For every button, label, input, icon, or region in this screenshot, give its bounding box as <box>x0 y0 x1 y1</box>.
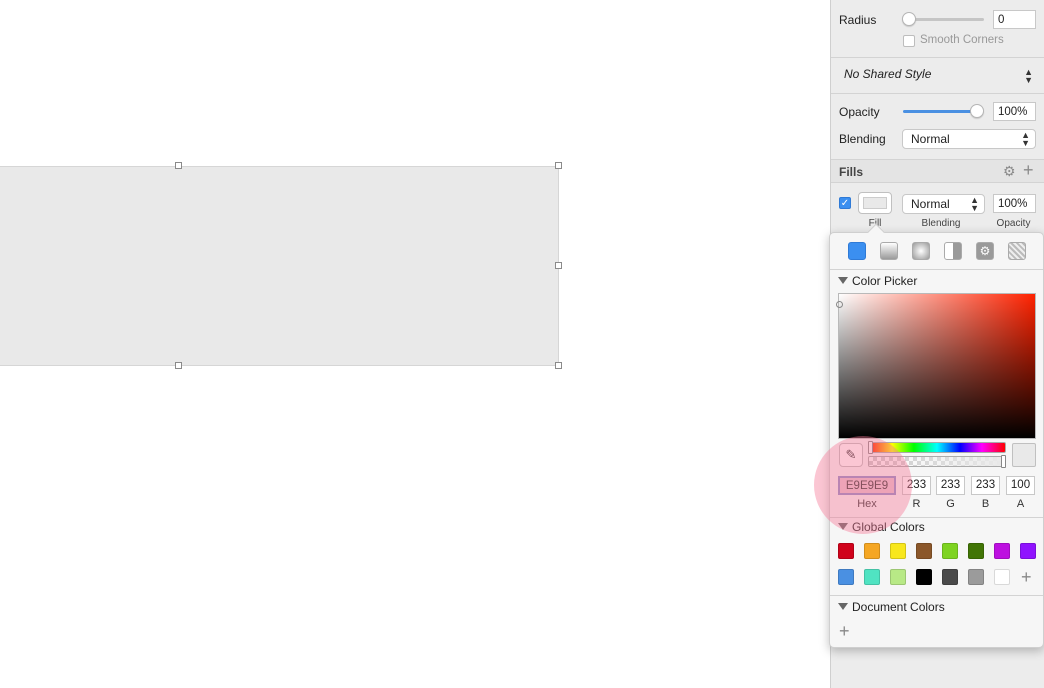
disclosure-triangle-icon[interactable] <box>838 277 848 284</box>
rectangle-layer[interactable] <box>0 166 559 366</box>
green-label: G <box>946 498 955 510</box>
fill-enabled-checkbox[interactable]: ✓ <box>839 197 851 209</box>
fills-section-header: Fills ⚙ + <box>831 159 1044 183</box>
blue-input[interactable]: 233 <box>971 476 1000 495</box>
resize-handle-bottom-right[interactable] <box>555 362 562 369</box>
noise-fill-icon[interactable] <box>1008 242 1026 260</box>
global-color-swatch[interactable] <box>890 569 906 585</box>
alpha-slider-knob[interactable] <box>1001 455 1006 468</box>
smooth-corners-checkbox[interactable] <box>903 35 915 47</box>
global-color-swatch[interactable] <box>864 543 880 559</box>
color-picker-title: Color Picker <box>852 274 918 288</box>
updown-chevron-icon: ▲ ▼ <box>1024 67 1033 85</box>
global-color-swatch[interactable] <box>864 569 880 585</box>
blending-sub-label: Blending <box>921 218 961 229</box>
green-input[interactable]: 233 <box>936 476 965 495</box>
blue-label: B <box>981 498 990 510</box>
resize-handle-bottom-middle[interactable] <box>175 362 182 369</box>
resize-handle-middle-right[interactable] <box>555 262 562 269</box>
add-global-color-icon[interactable]: + <box>1021 568 1032 586</box>
sv-picker-handle[interactable] <box>836 301 843 308</box>
pattern-fill-icon[interactable]: ⚙ <box>976 242 994 260</box>
fill-blend-value: Normal <box>911 197 950 211</box>
global-color-swatch[interactable] <box>916 569 932 585</box>
alpha-input[interactable]: 100 <box>1006 476 1035 495</box>
global-color-swatch[interactable] <box>1020 543 1036 559</box>
fill-blend-select[interactable]: Normal ▲ ▼ <box>902 194 985 214</box>
blending-value: Normal <box>911 132 950 146</box>
document-colors-title: Document Colors <box>852 600 945 614</box>
radial-gradient-icon[interactable] <box>912 242 930 260</box>
divider <box>831 57 1044 58</box>
fills-title: Fills <box>839 165 864 179</box>
global-color-swatch[interactable] <box>838 569 854 585</box>
global-color-swatch[interactable] <box>994 543 1010 559</box>
divider <box>831 93 1044 94</box>
blending-select[interactable]: Normal ▲ ▼ <box>902 129 1036 149</box>
updown-chevron-icon: ▲ ▼ <box>1021 130 1030 148</box>
angular-gradient-icon[interactable] <box>944 242 962 260</box>
global-color-swatch[interactable] <box>838 543 854 559</box>
global-color-swatch[interactable] <box>890 543 906 559</box>
blending-label: Blending <box>839 132 886 146</box>
gear-icon[interactable]: ⚙ <box>1003 163 1016 180</box>
saturation-brightness-area[interactable] <box>838 293 1036 439</box>
add-document-color-icon[interactable]: + <box>839 622 850 640</box>
global-color-swatch[interactable] <box>968 543 984 559</box>
divider <box>830 595 1043 596</box>
plus-icon[interactable]: + <box>1023 160 1034 181</box>
opacity-sub-label: Opacity <box>996 218 1031 229</box>
canvas[interactable] <box>0 0 830 688</box>
opacity-slider[interactable] <box>903 110 979 113</box>
global-color-swatch[interactable] <box>942 543 958 559</box>
resize-handle-top-middle[interactable] <box>175 162 182 169</box>
radius-input[interactable]: 0 <box>993 10 1036 29</box>
shared-style-value: No Shared Style <box>844 67 932 81</box>
smooth-corners-label: Smooth Corners <box>920 34 1004 46</box>
click-highlight <box>814 436 912 534</box>
opacity-slider-knob[interactable] <box>970 104 984 118</box>
fill-color-well[interactable] <box>858 192 892 214</box>
global-color-swatch[interactable] <box>916 543 932 559</box>
linear-gradient-icon[interactable] <box>880 242 898 260</box>
global-color-swatch[interactable] <box>968 569 984 585</box>
opacity-input[interactable]: 100% <box>993 102 1036 121</box>
color-preview-swatch <box>1012 443 1036 467</box>
radius-slider[interactable] <box>906 18 984 21</box>
global-color-swatch[interactable] <box>994 569 1010 585</box>
radius-slider-knob[interactable] <box>902 12 916 26</box>
fill-color-swatch <box>863 197 887 209</box>
fill-opacity-input[interactable]: 100% <box>993 194 1036 213</box>
divider <box>830 269 1043 270</box>
opacity-label: Opacity <box>839 105 880 119</box>
radius-label: Radius <box>839 13 877 27</box>
shared-style-select[interactable]: No Shared Style ▲ ▼ <box>835 64 1039 86</box>
solid-fill-icon[interactable] <box>848 242 866 260</box>
resize-handle-top-right[interactable] <box>555 162 562 169</box>
alpha-label: A <box>1016 498 1025 510</box>
updown-chevron-icon: ▲ ▼ <box>970 195 979 213</box>
global-color-swatch[interactable] <box>942 569 958 585</box>
disclosure-triangle-icon[interactable] <box>838 603 848 610</box>
